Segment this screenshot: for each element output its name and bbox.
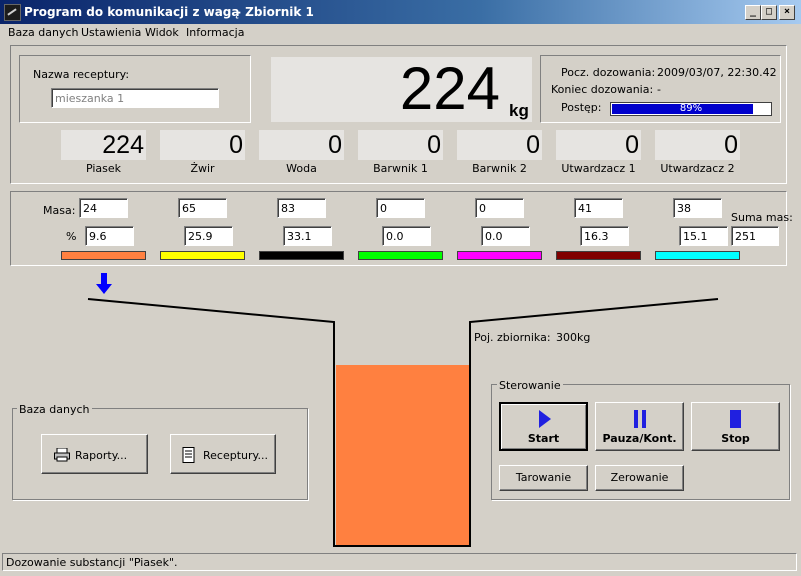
database-group-title: Baza danych [17, 403, 92, 416]
down-arrow-icon [96, 273, 112, 294]
component-percent-field[interactable] [85, 226, 134, 246]
component-value: 0 [724, 131, 738, 159]
status-bar: Dozowanie substancji "Piasek". [2, 553, 797, 571]
component-value: 0 [625, 131, 639, 159]
component-name: Barwnik 2 [472, 162, 527, 175]
mass-label: Masa: [43, 204, 76, 217]
menu-baza-danych[interactable]: Baza danych [8, 26, 79, 39]
dosing-end-label: Koniec dozowania: [551, 83, 654, 96]
stop-button[interactable]: Stop [691, 402, 780, 451]
pause-button-label: Pauza/Kont. [602, 432, 677, 445]
menu-bar: Baza danych Ustawienia Widok Informacja [0, 24, 801, 42]
pause-icon [634, 410, 646, 428]
component-value-display: 0 [556, 130, 641, 160]
window-title: Program do komunikacji z wagą [24, 5, 240, 19]
component-color-bar [655, 251, 740, 260]
sum-label: Suma mas: [731, 211, 793, 224]
component-percent-field[interactable] [382, 226, 431, 246]
start-button[interactable]: Start [499, 402, 588, 451]
component-name: Piasek [85, 162, 122, 175]
component-mass-field[interactable] [277, 198, 326, 218]
recipe-box: Nazwa receptury: [19, 55, 251, 123]
component-value: 0 [427, 131, 441, 159]
component-value: 0 [229, 131, 243, 159]
menu-widok[interactable]: Widok [145, 26, 179, 39]
component-value-display: 0 [457, 130, 542, 160]
recipes-button[interactable]: Receptury... [170, 434, 276, 474]
percent-label: % [66, 230, 77, 243]
menu-informacja[interactable]: Informacja [186, 26, 244, 39]
component-mass-field[interactable] [673, 198, 722, 218]
component-color-bar [358, 251, 443, 260]
zero-button[interactable]: Zerowanie [595, 465, 684, 491]
component-value-display: 0 [358, 130, 443, 160]
document-icon [182, 447, 195, 463]
reports-button[interactable]: Raporty... [41, 434, 148, 474]
progress-bar: 89% [610, 102, 772, 116]
stop-button-label: Stop [721, 432, 750, 445]
component-percent-field[interactable] [679, 226, 728, 246]
component-color-bar [160, 251, 245, 260]
start-button-label: Start [527, 432, 560, 445]
maximize-button[interactable]: □ [761, 5, 777, 20]
sum-field[interactable] [731, 226, 779, 246]
component-color-bar [457, 251, 542, 260]
weight-display: 224 kg [271, 57, 532, 122]
dosing-end-value: - [657, 83, 661, 96]
component-percent-field[interactable] [283, 226, 332, 246]
dosing-start-label: Pocz. dozowania: [561, 66, 656, 79]
component-name: Utwardzacz 2 [660, 162, 735, 175]
component-value: 0 [328, 131, 342, 159]
play-icon [539, 410, 551, 428]
stop-icon [730, 410, 741, 428]
recipe-label: Nazwa receptury: [33, 68, 130, 81]
component-name: Utwardzacz 1 [561, 162, 636, 175]
status-text: Dozowanie substancji "Piasek". [6, 556, 178, 569]
component-value-display: 0 [259, 130, 344, 160]
pause-button[interactable]: Pauza/Kont. [595, 402, 684, 451]
component-value: 224 [102, 131, 144, 159]
weight-unit: kg [509, 101, 529, 120]
tank-capacity-value: 300kg [556, 331, 591, 344]
component-percent-field[interactable] [580, 226, 629, 246]
close-button[interactable]: × [779, 5, 795, 20]
menu-ustawienia[interactable]: Ustawienia [81, 26, 141, 39]
recipe-name-field[interactable] [51, 88, 219, 108]
weight-value: 224 [399, 55, 500, 122]
component-name: Woda [286, 162, 317, 175]
component-name: Barwnik 1 [373, 162, 428, 175]
tare-button[interactable]: Tarowanie [499, 465, 588, 491]
app-icon [4, 4, 21, 21]
minimize-button[interactable]: _ [745, 5, 761, 20]
component-value: 0 [526, 131, 540, 159]
reports-button-label: Raporty... [75, 449, 128, 462]
window-subtitle: - Zbiornik 1 [236, 5, 314, 19]
component-percent-field[interactable] [481, 226, 530, 246]
component-percent-field[interactable] [184, 226, 233, 246]
component-value-display: 0 [655, 130, 740, 160]
dosing-info-box: Pocz. dozowania: 2009/03/07, 22:30.42 Ko… [540, 55, 781, 123]
component-color-bar [259, 251, 344, 260]
dosing-start-value: 2009/03/07, 22:30.42 [657, 66, 777, 79]
component-color-bar [61, 251, 146, 260]
component-mass-field[interactable] [475, 198, 524, 218]
tank-fill [336, 365, 469, 545]
component-mass-field[interactable] [178, 198, 227, 218]
progress-label: Postęp: [561, 101, 602, 114]
progress-text: 89% [679, 103, 703, 114]
component-name: Żwir [190, 162, 215, 175]
component-value-display: 224 [61, 130, 146, 160]
recipes-button-label: Receptury... [203, 449, 268, 462]
component-color-bar [556, 251, 641, 260]
title-bar[interactable]: Program do komunikacji z wagą - Zbiornik… [0, 0, 801, 24]
component-mass-field[interactable] [574, 198, 623, 218]
component-mass-field[interactable] [79, 198, 128, 218]
component-mass-field[interactable] [376, 198, 425, 218]
printer-icon [54, 448, 70, 462]
component-value-display: 0 [160, 130, 245, 160]
tank-capacity-label: Poj. zbiornika: [474, 331, 551, 344]
control-group-title: Sterowanie [497, 379, 563, 392]
